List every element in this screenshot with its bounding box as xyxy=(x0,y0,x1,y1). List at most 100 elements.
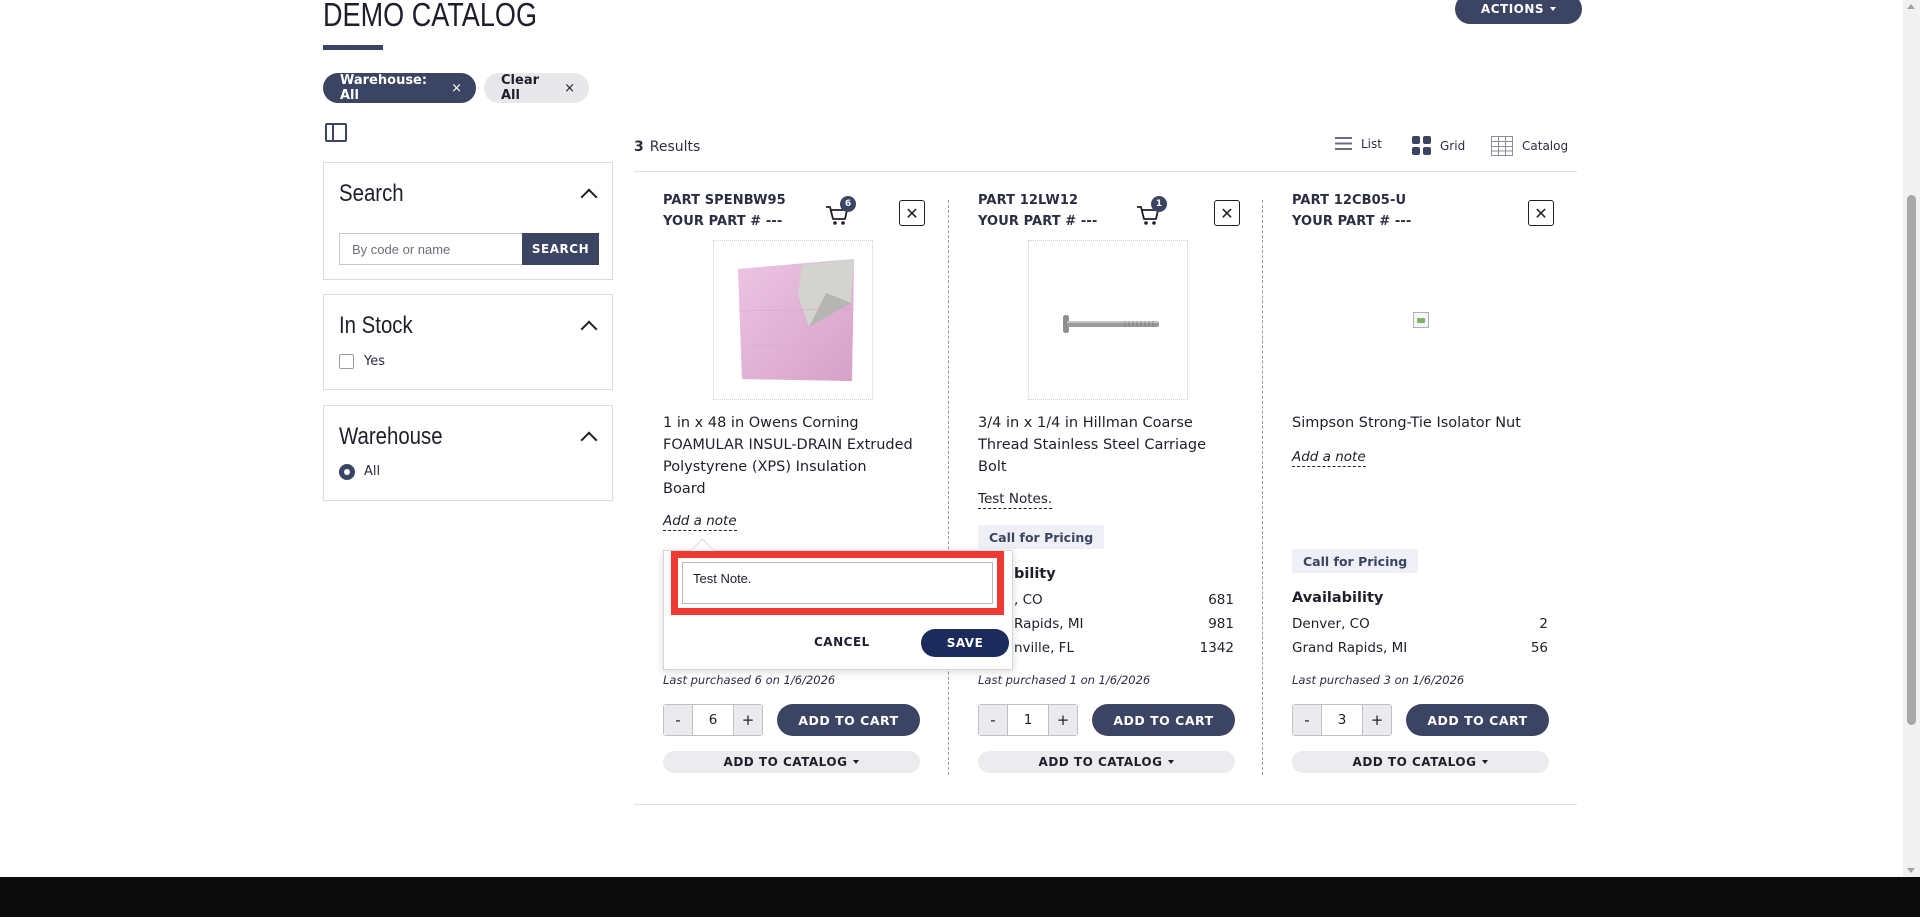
product-note[interactable]: Test Notes. xyxy=(978,491,1053,509)
caret-down-icon xyxy=(1550,7,1557,11)
warehouse-radio[interactable] xyxy=(339,464,355,480)
divider xyxy=(634,171,1577,172)
increment-button[interactable]: + xyxy=(1363,705,1391,735)
insulation-board-image xyxy=(737,259,855,381)
scroll-up-icon[interactable] xyxy=(1907,4,1915,9)
note-textarea[interactable]: Test Note. xyxy=(682,562,993,604)
decrement-button[interactable]: - xyxy=(1293,705,1321,735)
add-note-link[interactable]: Add a note xyxy=(663,513,737,531)
availability-row: , CO 681 xyxy=(978,592,1234,608)
availability-row: Rapids, MI 981 xyxy=(978,616,1234,632)
view-catalog[interactable]: Catalog xyxy=(1491,136,1568,156)
product-card: PART 12LW12 YOUR PART # --- 1 ✕ 3/4 in x… xyxy=(978,190,1240,780)
in-stock-checkbox[interactable] xyxy=(339,354,354,369)
availability-row: nville, FL 1342 xyxy=(978,640,1234,656)
broken-image-icon[interactable] xyxy=(1413,312,1429,328)
close-icon[interactable]: × xyxy=(451,81,462,96)
panel-title: Warehouse xyxy=(339,423,443,450)
call-for-pricing: Call for Pricing xyxy=(978,525,1105,549)
warehouse-qty: 2 xyxy=(1539,616,1548,632)
remove-button[interactable]: ✕ xyxy=(1214,200,1240,226)
results-number: 3 xyxy=(634,139,644,155)
footer-bar xyxy=(0,877,1920,917)
add-to-cart-button[interactable]: ADD TO CART xyxy=(1406,704,1549,736)
your-part-number: YOUR PART # --- xyxy=(1292,214,1412,229)
clear-all-chip[interactable]: Clear All × xyxy=(484,73,589,103)
view-label: List xyxy=(1361,136,1382,151)
product-name[interactable]: 3/4 in x 1/4 in Hillman Coarse Thread St… xyxy=(978,412,1228,478)
part-number: PART 12LW12 xyxy=(978,193,1079,208)
call-for-pricing: Call for Pricing xyxy=(1292,549,1419,573)
actions-label: ACTIONS xyxy=(1480,2,1545,16)
view-label: Catalog xyxy=(1522,139,1569,153)
scroll-down-icon[interactable] xyxy=(1907,868,1915,873)
decrement-button[interactable]: - xyxy=(664,705,692,735)
close-icon: ✕ xyxy=(1220,203,1234,223)
view-list[interactable]: List xyxy=(1335,136,1382,151)
chevron-up-icon[interactable] xyxy=(580,431,598,449)
add-catalog-label: ADD TO CATALOG xyxy=(1352,755,1477,769)
scrollbar-thumb[interactable] xyxy=(1907,195,1916,725)
add-note-link[interactable]: Add a note xyxy=(1292,449,1366,467)
chip-label: Clear All xyxy=(501,73,539,103)
search-button[interactable]: SEARCH xyxy=(522,233,599,265)
divider xyxy=(634,804,1577,805)
product-image[interactable] xyxy=(1028,240,1188,400)
part-number: PART 12CB05-U xyxy=(1292,193,1407,208)
quantity-input[interactable]: 6 xyxy=(692,705,734,735)
warehouse-qty: 681 xyxy=(1208,592,1234,608)
filter-chip-warehouse[interactable]: Warehouse: All × xyxy=(323,73,476,103)
chevron-up-icon[interactable] xyxy=(580,188,598,206)
actions-button[interactable]: ACTIONS xyxy=(1455,0,1582,24)
quantity-stepper: - 3 + xyxy=(1292,704,1392,736)
caret-down-icon xyxy=(853,760,860,764)
your-part-number: YOUR PART # --- xyxy=(978,214,1098,229)
add-to-catalog-button[interactable]: ADD TO CATALOG xyxy=(1292,751,1549,773)
availability-row: Grand Rapids, MI 56 xyxy=(1292,640,1548,656)
increment-button[interactable]: + xyxy=(734,705,762,735)
last-purchased: Last purchased 6 on 1/6/2026 xyxy=(663,673,836,687)
product-name[interactable]: 1 in x 48 in Owens Corning FOAMULAR INSU… xyxy=(663,412,913,500)
product-image[interactable] xyxy=(713,240,873,400)
remove-button[interactable]: ✕ xyxy=(899,200,925,226)
quantity-input[interactable]: 3 xyxy=(1321,705,1363,735)
your-part-number: YOUR PART # --- xyxy=(663,214,783,229)
carriage-bolt-image xyxy=(1063,315,1159,333)
sidebar-toggle-icon[interactable] xyxy=(325,123,347,142)
increment-button[interactable]: + xyxy=(1049,705,1077,735)
column-divider xyxy=(1262,200,1263,775)
search-input[interactable]: By code or name xyxy=(339,233,522,265)
availability-title: Availability xyxy=(1292,590,1384,606)
cart-count-badge: 6 xyxy=(840,196,856,212)
product-card: PART SPENBW95 YOUR PART # --- 6 ✕ 1 in x… xyxy=(663,190,925,780)
cancel-button[interactable]: CANCEL xyxy=(814,635,870,649)
add-to-cart-button[interactable]: ADD TO CART xyxy=(777,704,920,736)
add-to-cart-button[interactable]: ADD TO CART xyxy=(1092,704,1235,736)
cart-count-badge: 1 xyxy=(1151,196,1167,212)
save-button[interactable]: SAVE xyxy=(921,629,1009,657)
product-name[interactable]: Simpson Strong-Tie Isolator Nut xyxy=(1292,412,1542,434)
remove-button[interactable]: ✕ xyxy=(1528,200,1554,226)
decrement-button[interactable]: - xyxy=(979,705,1007,735)
vertical-scrollbar[interactable] xyxy=(1903,0,1920,877)
list-icon xyxy=(1335,137,1352,150)
results-count: 3 Results xyxy=(634,139,700,155)
warehouse-location: Denver, CO xyxy=(1292,616,1370,632)
chevron-up-icon[interactable] xyxy=(580,320,598,338)
add-to-catalog-button[interactable]: ADD TO CATALOG xyxy=(663,751,920,773)
close-icon: ✕ xyxy=(1534,203,1548,223)
chip-label: Warehouse: All xyxy=(340,73,428,103)
add-to-catalog-button[interactable]: ADD TO CATALOG xyxy=(978,751,1235,773)
page: DEMO CATALOG ACTIONS Warehouse: All × Cl… xyxy=(0,0,1903,877)
results-label: Results xyxy=(649,139,701,155)
table-icon xyxy=(1491,136,1513,156)
column-divider xyxy=(948,200,949,775)
cart-icon[interactable]: 6 xyxy=(824,196,856,228)
view-grid[interactable]: Grid xyxy=(1412,136,1465,155)
warehouse-panel: Warehouse All xyxy=(323,405,613,501)
cart-icon[interactable]: 1 xyxy=(1135,196,1167,228)
quantity-input[interactable]: 1 xyxy=(1007,705,1049,735)
close-icon[interactable]: × xyxy=(564,81,575,96)
last-purchased: Last purchased 3 on 1/6/2026 xyxy=(1292,673,1465,687)
radio-label: All xyxy=(364,464,381,479)
